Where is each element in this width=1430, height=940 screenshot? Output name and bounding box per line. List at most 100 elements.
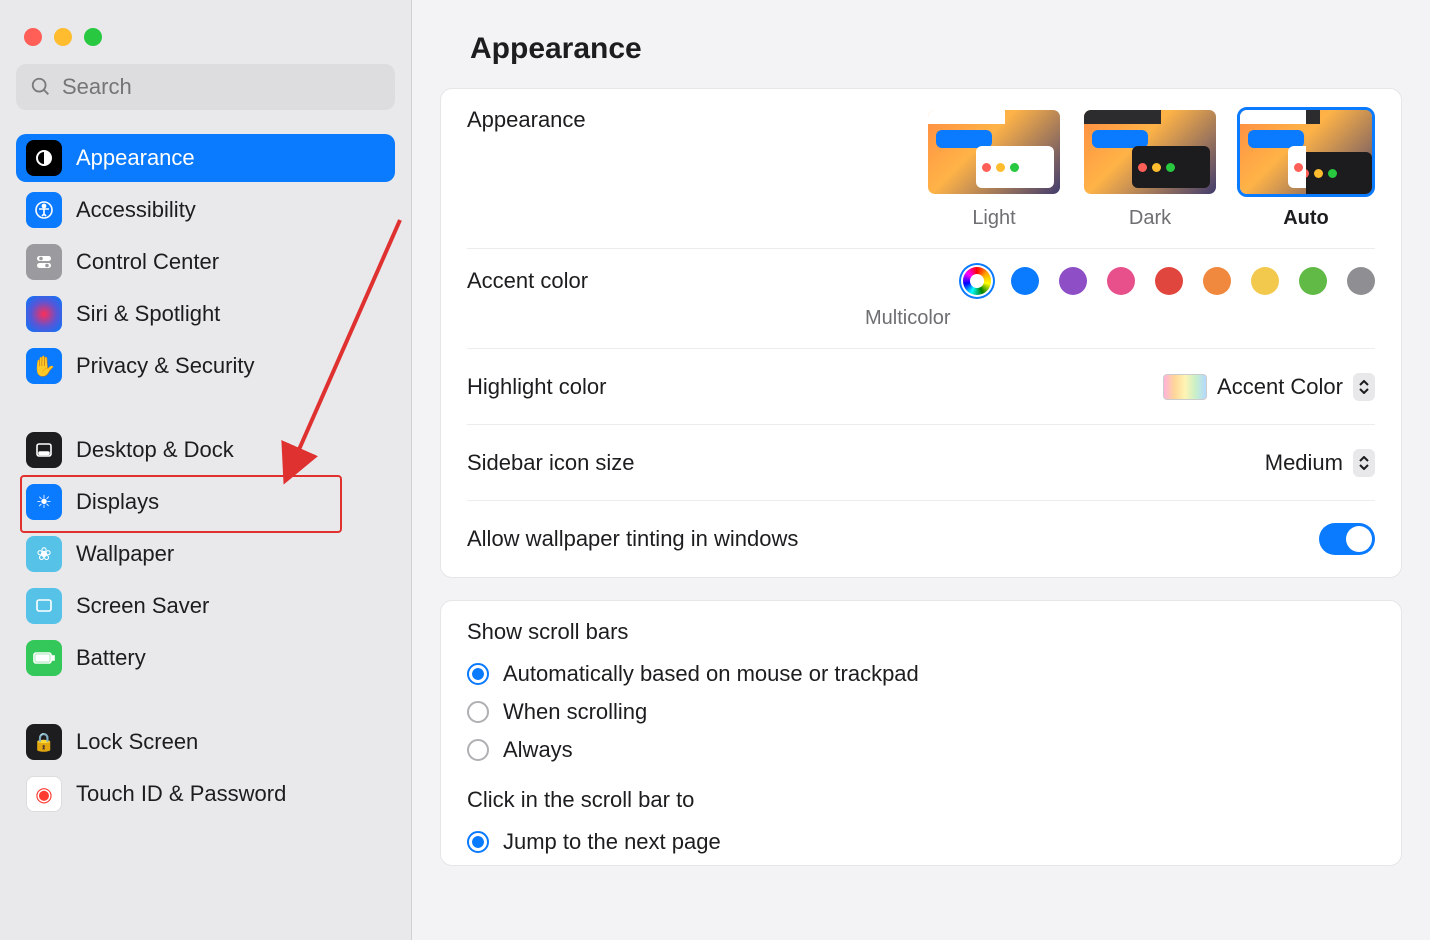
sidebar-item-control-center[interactable]: Control Center	[16, 238, 395, 286]
sidebar-item-displays[interactable]: ☀ Displays	[16, 478, 395, 526]
sidebar-item-label: Desktop & Dock	[76, 437, 234, 463]
accent-caption: Multicolor	[865, 307, 951, 330]
appearance-label: Appearance	[467, 107, 925, 133]
settings-window: Appearance Accessibility Control Center …	[0, 0, 1430, 940]
accent-color-list	[963, 267, 1375, 295]
sidebar-item-label: Touch ID & Password	[76, 781, 286, 807]
lock-icon: 🔒	[26, 724, 62, 760]
click-option-jump[interactable]: Jump to the next page	[467, 823, 1375, 861]
click-title: Click in the scroll bar to	[467, 787, 1375, 813]
close-icon[interactable]	[24, 28, 42, 46]
wallpaper-icon: ❀	[26, 536, 62, 572]
sidebar: Appearance Accessibility Control Center …	[0, 0, 412, 940]
tinting-row: Allow wallpaper tinting in windows	[467, 501, 1375, 577]
screensaver-icon	[26, 588, 62, 624]
theme-option-light[interactable]: Light	[925, 107, 1063, 230]
search-icon	[30, 76, 52, 98]
accent-yellow[interactable]	[1251, 267, 1279, 295]
highlight-swatch-icon	[1163, 374, 1207, 400]
sidebar-item-label: Privacy & Security	[76, 353, 255, 379]
scroll-title: Show scroll bars	[467, 619, 1375, 645]
sidebar-item-wallpaper[interactable]: ❀ Wallpaper	[16, 530, 395, 578]
dock-icon	[26, 432, 62, 468]
scroll-option-auto[interactable]: Automatically based on mouse or trackpad	[467, 655, 1375, 693]
sidebar-item-label: Appearance	[76, 145, 195, 171]
radio-label: When scrolling	[503, 699, 647, 725]
hand-icon: ✋	[26, 348, 62, 384]
sidebar-item-desktop-dock[interactable]: Desktop & Dock	[16, 426, 395, 474]
chevron-updown-icon	[1353, 449, 1375, 477]
sidebar-item-label: Displays	[76, 489, 159, 515]
theme-label: Light	[972, 207, 1015, 230]
scroll-option-always[interactable]: Always	[467, 731, 1375, 769]
sidebar-item-lockscreen[interactable]: 🔒 Lock Screen	[16, 718, 395, 766]
sidebar-item-label: Accessibility	[76, 197, 196, 223]
battery-icon	[26, 640, 62, 676]
page-title: Appearance	[412, 0, 1430, 88]
sidebar-icon-select[interactable]: Medium	[1265, 449, 1375, 477]
accessibility-icon	[26, 192, 62, 228]
scroll-option-when[interactable]: When scrolling	[467, 693, 1375, 731]
chevron-updown-icon	[1353, 373, 1375, 401]
zoom-icon[interactable]	[84, 28, 102, 46]
accent-red[interactable]	[1155, 267, 1183, 295]
theme-option-auto[interactable]: Auto	[1237, 107, 1375, 230]
appearance-icon	[26, 140, 62, 176]
theme-options: Light Dark Auto	[925, 107, 1375, 230]
accent-row: Accent color Multicolor	[467, 249, 1375, 349]
sidebar-item-label: Lock Screen	[76, 729, 198, 755]
radio-icon	[467, 831, 489, 853]
accent-blue[interactable]	[1011, 267, 1039, 295]
sidebar-icon-label: Sidebar icon size	[467, 450, 1265, 476]
window-controls	[10, 16, 401, 64]
theme-label: Dark	[1129, 207, 1171, 230]
accent-green[interactable]	[1299, 267, 1327, 295]
minimize-icon[interactable]	[54, 28, 72, 46]
radio-label: Always	[503, 737, 573, 763]
sidebar-nav: Appearance Accessibility Control Center …	[10, 134, 401, 818]
highlight-row: Highlight color Accent Color	[467, 349, 1375, 425]
sidebar-item-label: Control Center	[76, 249, 219, 275]
sidebar-item-privacy[interactable]: ✋ Privacy & Security	[16, 342, 395, 390]
radio-icon	[467, 739, 489, 761]
sidebar-icon-value: Medium	[1265, 450, 1343, 476]
sidebar-item-label: Wallpaper	[76, 541, 174, 567]
radio-icon	[467, 663, 489, 685]
accent-label: Accent color	[467, 268, 963, 294]
sidebar-item-touchid[interactable]: ◉ Touch ID & Password	[16, 770, 395, 818]
search-field[interactable]	[16, 64, 395, 110]
tinting-toggle[interactable]	[1319, 523, 1375, 555]
sidebar-item-appearance[interactable]: Appearance	[16, 134, 395, 182]
sidebar-item-accessibility[interactable]: Accessibility	[16, 186, 395, 234]
sidebar-item-battery[interactable]: Battery	[16, 634, 395, 682]
sidebar-item-label: Battery	[76, 645, 146, 671]
scroll-panel: Show scroll bars Automatically based on …	[440, 600, 1402, 866]
theme-label: Auto	[1283, 207, 1329, 230]
sidebar-item-label: Siri & Spotlight	[76, 301, 220, 327]
displays-icon: ☀	[26, 484, 62, 520]
appearance-row: Appearance Light Dark Auto	[467, 89, 1375, 249]
search-input[interactable]	[62, 74, 381, 100]
control-center-icon	[26, 244, 62, 280]
siri-icon	[26, 296, 62, 332]
highlight-value: Accent Color	[1217, 374, 1343, 400]
radio-label: Automatically based on mouse or trackpad	[503, 661, 919, 687]
highlight-select[interactable]: Accent Color	[1163, 373, 1375, 401]
sidebar-item-screensaver[interactable]: Screen Saver	[16, 582, 395, 630]
main-content: Appearance Appearance Light Dark	[412, 0, 1430, 940]
highlight-label: Highlight color	[467, 374, 1163, 400]
accent-purple[interactable]	[1059, 267, 1087, 295]
radio-icon	[467, 701, 489, 723]
sidebar-item-label: Screen Saver	[76, 593, 209, 619]
accent-pink[interactable]	[1107, 267, 1135, 295]
sidebar-icon-row: Sidebar icon size Medium	[467, 425, 1375, 501]
tinting-label: Allow wallpaper tinting in windows	[467, 526, 1319, 552]
radio-label: Jump to the next page	[503, 829, 721, 855]
accent-graphite[interactable]	[1347, 267, 1375, 295]
accent-multicolor[interactable]	[963, 267, 991, 295]
fingerprint-icon: ◉	[26, 776, 62, 812]
appearance-panel: Appearance Light Dark Auto	[440, 88, 1402, 578]
sidebar-item-siri[interactable]: Siri & Spotlight	[16, 290, 395, 338]
theme-option-dark[interactable]: Dark	[1081, 107, 1219, 230]
accent-orange[interactable]	[1203, 267, 1231, 295]
